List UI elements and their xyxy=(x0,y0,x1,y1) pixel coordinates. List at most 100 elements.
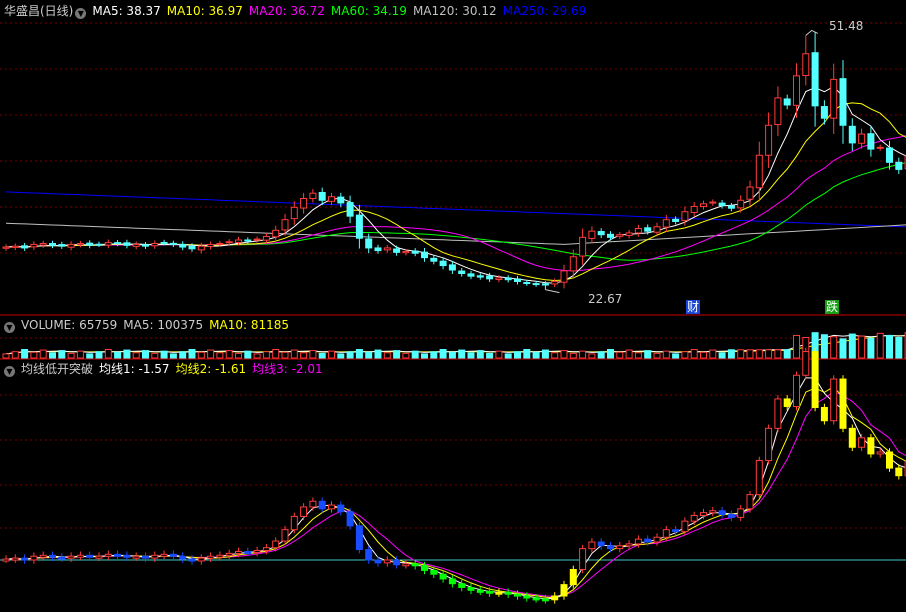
price-candle xyxy=(514,278,521,282)
volume-bar xyxy=(895,336,903,359)
volume-bar xyxy=(365,351,373,359)
volume-bar xyxy=(458,349,466,359)
volume-bar xyxy=(439,349,447,359)
volume-bar xyxy=(393,350,401,359)
chevron-down-icon[interactable]: ▼ xyxy=(4,322,15,333)
volume-bar xyxy=(169,353,177,359)
price-candle xyxy=(467,273,475,277)
volume-bar xyxy=(886,334,893,359)
volume-bar xyxy=(300,352,308,359)
volume-bar xyxy=(244,350,252,359)
volume-bar xyxy=(672,353,680,359)
indicator-bar xyxy=(67,555,75,559)
indicator-bar xyxy=(95,555,103,559)
price-candle xyxy=(727,205,735,209)
indicator-bar xyxy=(374,559,382,564)
indicator-bar xyxy=(820,406,828,422)
price-candle xyxy=(774,97,782,126)
ma5-line xyxy=(5,85,906,284)
indicator-panel-header: ▼ 均线低开突破 均线1: -1.57 均线2: -1.61 均线3: -2.01 xyxy=(4,362,329,377)
price-candle xyxy=(86,242,94,246)
price-candle xyxy=(653,226,661,233)
price-candle xyxy=(244,239,252,242)
price-candle xyxy=(634,228,642,234)
volume-bar xyxy=(662,350,670,359)
volume-bar xyxy=(197,351,205,359)
indicator-bar xyxy=(886,451,893,469)
volume-ma5-readout: MA5: 100375 xyxy=(123,318,204,332)
volume-bar xyxy=(820,334,828,359)
volume-bar xyxy=(188,349,196,359)
volume-bar xyxy=(272,349,280,359)
price-candle xyxy=(197,245,205,251)
price-candle xyxy=(365,238,373,249)
price-candle xyxy=(235,239,242,243)
price-candle xyxy=(374,247,382,252)
ma250-line xyxy=(5,191,906,228)
indicator-bar xyxy=(569,568,577,586)
volume-bar xyxy=(2,353,10,359)
earnings-marker[interactable]: 财 xyxy=(686,300,701,314)
indicator-bar xyxy=(49,554,56,558)
volume-bar xyxy=(225,350,233,359)
chevron-down-icon[interactable]: ▼ xyxy=(4,366,15,377)
chevron-down-icon[interactable]: ▼ xyxy=(75,8,87,19)
indicator-bar xyxy=(439,573,447,580)
volume-bar xyxy=(411,350,419,359)
price-candle xyxy=(355,214,363,239)
ma250-readout: MA250: 29.69 xyxy=(502,4,587,18)
price-candle xyxy=(662,219,670,228)
price-candle xyxy=(681,211,689,221)
volume-bar xyxy=(123,349,131,359)
high-pointer xyxy=(805,29,819,36)
ma10-readout: MA10: 36.97 xyxy=(166,4,243,18)
price-candle xyxy=(886,147,893,163)
stock-title[interactable]: 华盛昌(日线) xyxy=(4,4,73,18)
price-candle xyxy=(169,242,177,245)
indicator-bar xyxy=(383,559,391,564)
volume-bar xyxy=(616,351,624,359)
volume-bar xyxy=(690,349,698,359)
indicator-bar xyxy=(588,541,596,550)
indicator-bar xyxy=(774,398,782,429)
volume-bar xyxy=(318,352,326,359)
price-candle xyxy=(644,227,652,232)
indicator-bar xyxy=(681,520,689,533)
volume-bar xyxy=(151,352,159,359)
indicator-bar xyxy=(11,557,19,561)
indicator-bar xyxy=(746,494,754,510)
indicator-bar xyxy=(132,555,140,559)
indicator-bar xyxy=(867,437,875,455)
volume-bar xyxy=(634,352,642,359)
indicator-line2 xyxy=(5,386,906,599)
price-candle xyxy=(504,277,512,281)
price-candle xyxy=(709,201,717,204)
price-candle xyxy=(393,248,401,253)
indicator-bar xyxy=(802,351,810,376)
indicator-bar xyxy=(848,427,856,448)
indicator-bar xyxy=(179,555,187,560)
indicator-bar xyxy=(262,547,270,552)
volume-bar xyxy=(76,350,84,359)
price-candle xyxy=(718,202,726,207)
indicator-bar xyxy=(634,538,642,545)
indicator-bar xyxy=(21,557,29,561)
indicator-bar xyxy=(616,545,624,550)
price-candle xyxy=(2,246,10,249)
volume-bar xyxy=(839,338,847,359)
drop-marker[interactable]: 跌 xyxy=(825,300,840,314)
volume-bar xyxy=(132,352,140,359)
indicator-bar xyxy=(300,506,308,517)
price-candle xyxy=(439,260,447,267)
stock-chart-canvas[interactable] xyxy=(0,0,906,612)
indicator-bar xyxy=(495,591,503,595)
price-candle xyxy=(560,270,568,283)
indicator-bar xyxy=(765,427,773,462)
price-candle xyxy=(225,241,233,244)
price-candle xyxy=(383,247,391,251)
price-candle xyxy=(783,98,791,106)
price-candle xyxy=(551,280,559,285)
volume-ma10-readout: MA10: 81185 xyxy=(209,318,290,332)
price-candle xyxy=(532,283,540,286)
volume-bar xyxy=(39,349,47,359)
